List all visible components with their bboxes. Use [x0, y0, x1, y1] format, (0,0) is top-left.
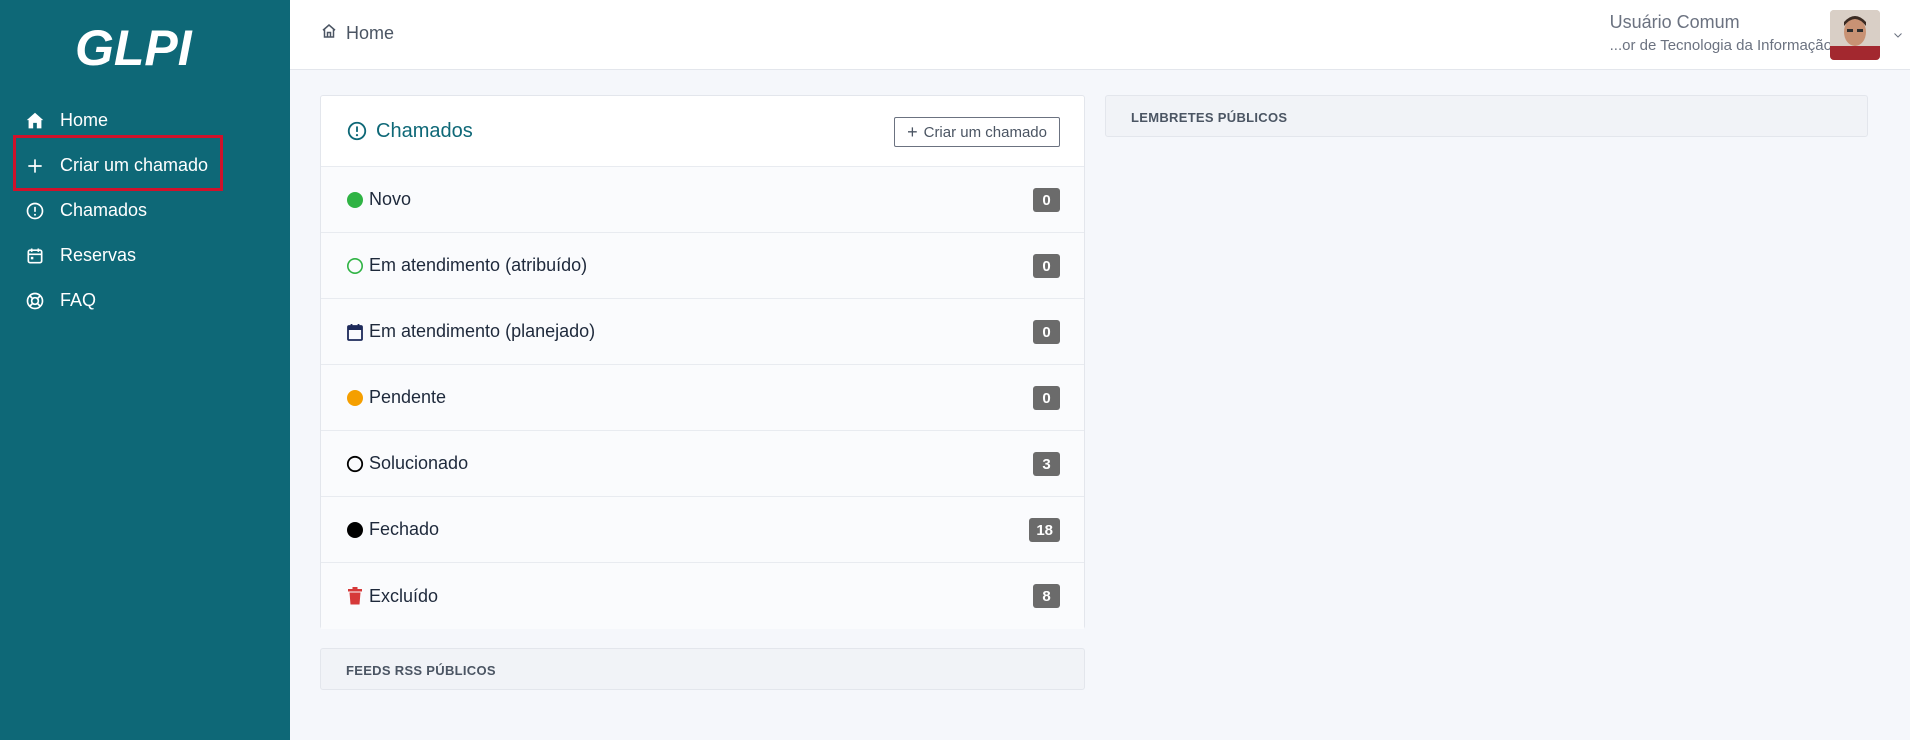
rss-feeds-card[interactable]: FEEDS RSS PÚBLICOS: [320, 648, 1085, 690]
sidebar-item-label: Criar um chamado: [60, 155, 209, 175]
status-row-deleted[interactable]: Excluído 8: [321, 563, 1084, 629]
status-label: Fechado: [369, 519, 440, 539]
sidebar-item-label: Reservas: [60, 245, 137, 265]
tickets-title[interactable]: Chamados: [346, 120, 473, 143]
status-label: Excluído: [369, 585, 439, 606]
status-label: Novo: [369, 189, 412, 209]
sidebar-item-label: Home: [60, 110, 109, 130]
rss-feeds-title: FEEDS RSS PÚBLICOS: [346, 663, 496, 678]
svg-text:GLPI: GLPI: [75, 20, 193, 76]
alert-circle-icon: [346, 120, 368, 142]
alert-circle-icon: [24, 200, 46, 222]
filled-orange-circle-icon: [346, 389, 364, 407]
count-badge: 0: [1033, 386, 1060, 410]
sidebar: GLPI Home Criar um chamado Chamados Rese…: [0, 0, 290, 740]
count-badge: 3: [1033, 452, 1060, 476]
tickets-title-label: Chamados: [376, 119, 473, 142]
user-name: Usuário Comum: [1609, 12, 1740, 32]
trash-icon: [346, 587, 364, 605]
filled-green-circle-icon: [346, 191, 364, 209]
lifebuoy-icon: [24, 290, 46, 312]
status-label: Em atendimento (planejado): [369, 321, 596, 341]
count-badge: 18: [1029, 518, 1060, 542]
public-reminders-card[interactable]: LEMBRETES PÚBLICOS: [1105, 95, 1868, 137]
calendar-icon: [24, 245, 46, 267]
status-row-assigned[interactable]: Em atendimento (atribuído) 0: [321, 233, 1084, 299]
user-menu[interactable]: Usuário Comum ...or de Tecnologia da Inf…: [1610, 12, 1832, 54]
breadcrumb[interactable]: Home: [320, 22, 394, 45]
filled-black-circle-icon: [346, 521, 364, 539]
create-ticket-button[interactable]: + Criar um chamado: [894, 117, 1060, 147]
count-badge: 8: [1033, 584, 1060, 608]
breadcrumb-home[interactable]: Home: [346, 23, 394, 44]
sidebar-item-create-ticket[interactable]: Criar um chamado: [0, 143, 290, 188]
sidebar-item-tickets[interactable]: Chamados: [0, 188, 290, 233]
user-role: ...or de Tecnologia da Informação: [1609, 37, 1832, 54]
avatar[interactable]: [1830, 10, 1880, 60]
tickets-card: Chamados + Criar um chamado Novo 0 Em at…: [320, 95, 1085, 629]
outline-green-circle-icon: [346, 257, 364, 275]
tickets-card-header: Chamados + Criar um chamado: [321, 96, 1084, 167]
sidebar-item-label: FAQ: [60, 290, 97, 310]
outline-black-circle-icon: [346, 455, 364, 473]
count-badge: 0: [1033, 320, 1060, 344]
status-label: Pendente: [369, 387, 447, 407]
plus-icon: [24, 155, 46, 177]
sidebar-item-home[interactable]: Home: [0, 98, 290, 143]
glpi-logo[interactable]: GLPI: [75, 18, 205, 78]
count-badge: 0: [1033, 188, 1060, 212]
status-row-new[interactable]: Novo 0: [321, 167, 1084, 233]
sidebar-item-label: Chamados: [60, 200, 148, 220]
plus-icon: +: [907, 122, 918, 142]
count-badge: 0: [1033, 254, 1060, 278]
public-reminders-title: LEMBRETES PÚBLICOS: [1131, 110, 1288, 125]
status-row-planned[interactable]: Em atendimento (planejado) 0: [321, 299, 1084, 365]
status-row-pending[interactable]: Pendente 0: [321, 365, 1084, 431]
status-row-solved[interactable]: Solucionado 3: [321, 431, 1084, 497]
sidebar-nav: Home Criar um chamado Chamados Reservas …: [0, 98, 290, 323]
status-label: Em atendimento (atribuído): [369, 255, 588, 275]
sidebar-item-faq[interactable]: FAQ: [0, 278, 290, 323]
home-outline-icon: [320, 22, 338, 45]
status-row-closed[interactable]: Fechado 18: [321, 497, 1084, 563]
create-ticket-button-label: Criar um chamado: [923, 123, 1047, 141]
top-header: Home Usuário Comum ...or de Tecnologia d…: [290, 0, 1910, 70]
home-icon: [24, 110, 46, 132]
status-label: Solucionado: [369, 453, 469, 473]
sidebar-item-reservations[interactable]: Reservas: [0, 233, 290, 278]
calendar-icon: [346, 323, 364, 341]
chevron-down-icon[interactable]: [1892, 28, 1904, 46]
